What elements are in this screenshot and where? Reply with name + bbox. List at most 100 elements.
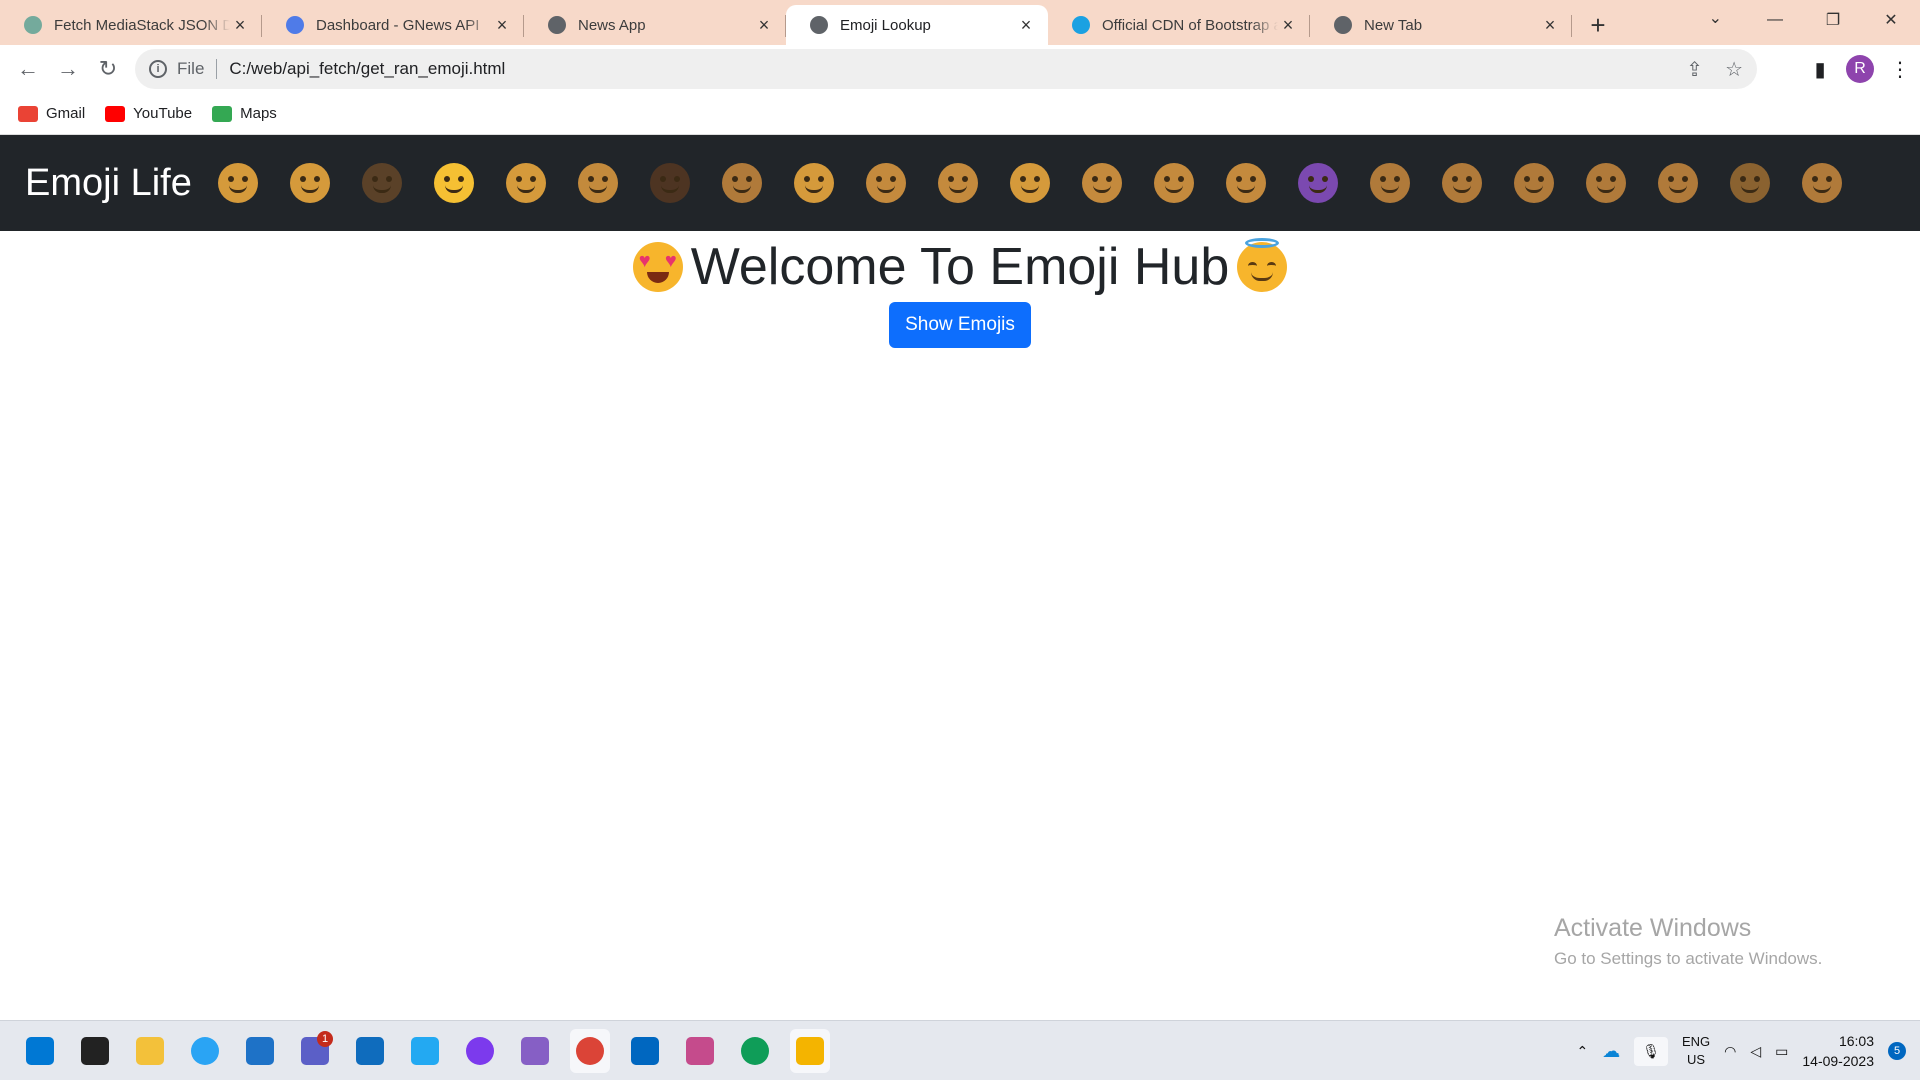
bookmarks-bar: Gmail YouTube Maps [0,93,1920,135]
outlook-icon-glyph [356,1037,384,1065]
tab-close-icon[interactable]: × [1016,15,1036,35]
vscode-icon[interactable] [405,1029,445,1073]
tab-1[interactable]: Fetch MediaStack JSON Dat × [0,5,262,45]
tab-title: Official CDN of Bootstrap a [1102,16,1278,34]
visual-studio-icon[interactable] [515,1029,555,1073]
bookmark-maps[interactable]: Maps [212,105,277,122]
menu-kebab-icon[interactable]: ⋮ [1880,57,1920,82]
navbar-brand[interactable]: Emoji Life [25,162,192,205]
bookmark-gmail[interactable]: Gmail [18,105,85,122]
tab-5[interactable]: Official CDN of Bootstrap a × [1048,5,1310,45]
start-button[interactable] [20,1029,60,1073]
mail-icon[interactable] [625,1029,665,1073]
side-panel-icon[interactable]: ▮ [1800,57,1840,82]
tab-title: News App [578,16,646,34]
file-explorer-icon[interactable] [130,1029,170,1073]
file-manager-icon[interactable] [790,1029,830,1073]
tab-search-icon[interactable]: ⌄ [1709,8,1722,28]
tab-3[interactable]: News App × [524,5,786,45]
youtube-icon [105,105,126,122]
language-indicator[interactable]: ENG US [1682,1033,1710,1069]
file-explorer-icon-glyph [136,1037,164,1065]
smiling-face-with-horns-icon [1297,163,1338,203]
tab-4[interactable]: Emoji Lookup × [786,5,1048,45]
page-viewport: Emoji Life ♥ ♥ Welcome To Emoji Hub Show… [0,135,1920,1020]
volume-icon[interactable]: ◁ [1750,1043,1761,1060]
tab-title: Emoji Lookup [840,16,931,34]
tab-close-icon[interactable]: × [1278,15,1298,35]
microsoft-store-icon[interactable] [240,1029,280,1073]
snipping-tool-icon[interactable] [680,1029,720,1073]
system-tray: ⌃ ☁ 🎙 ENG US ◠ ◁ ▭ 16:03 14-09-2023 5 [1576,1021,1906,1081]
scheme-label: File [177,59,205,78]
onedrive-icon[interactable]: ☁ [1602,1041,1620,1062]
tab-strip: Fetch MediaStack JSON Dat × Dashboard - GN… [0,0,1920,45]
reload-button[interactable]: ↻ [88,49,128,89]
tab-6[interactable]: New Tab × [1310,5,1572,45]
new-tab-button[interactable]: + [1578,5,1618,45]
bookmark-star-icon[interactable]: ☆ [1725,57,1743,82]
tab-favicon-icon [810,16,828,34]
profile-avatar[interactable]: R [1846,55,1874,83]
smiling-face-with-heart-eyes-icon [505,163,546,203]
grinning-squinting-face-icon [1153,163,1194,203]
site-info-icon[interactable]: i [149,60,167,78]
window-controls: — ❐ ✕ [1746,0,1920,40]
outlook-icon[interactable] [350,1029,390,1073]
chrome-icon[interactable] [735,1029,775,1073]
microphone-muted-icon[interactable]: 🎙 [1634,1036,1668,1066]
minimize-button[interactable]: — [1746,0,1804,40]
vscode-icon-glyph [411,1037,439,1065]
face-savoring-food-icon [289,163,330,203]
smiling-face-with-heart-eyes-icon-2 [1657,163,1698,203]
browser-toolbar: ← → ↻ i File C:/web/api_fetch/get_ran_em… [0,45,1920,93]
region-code: US [1687,1052,1706,1067]
search-button[interactable] [75,1029,115,1073]
face-with-tears-of-joy-icon [865,163,906,203]
app-badge: 1 [317,1031,333,1047]
taskbar: 1 ⌃ ☁ 🎙 ENG US ◠ ◁ ▭ 16:03 14-09-2023 5 [0,1020,1920,1080]
halo-emoji-icon [1237,238,1288,292]
battery-icon[interactable]: ▭ [1775,1043,1788,1060]
share-icon[interactable]: ⇪ [1686,57,1703,82]
show-emojis-button[interactable]: Show Emojis [889,302,1031,348]
close-window-button[interactable]: ✕ [1862,0,1920,40]
tab-close-icon[interactable]: × [1540,15,1560,35]
tab-favicon-icon [24,16,42,34]
microsoft-store-icon-glyph [246,1037,274,1065]
start-button-glyph [26,1037,54,1065]
page-title: Welcome To Emoji Hub [690,238,1230,296]
grinning-face-smiling-eyes-icon [1009,163,1050,203]
snipping-tool-icon-glyph [686,1037,714,1065]
tab-close-icon[interactable]: × [230,15,250,35]
tab-list: Fetch MediaStack JSON Dat × Dashboard - GN… [0,5,1572,45]
navbar-emoji-list [217,163,1842,203]
address-bar[interactable]: i File C:/web/api_fetch/get_ran_emoji.ht… [135,49,1757,89]
url-text[interactable]: C:/web/api_fetch/get_ran_emoji.html [229,59,505,79]
watermark-subtitle: Go to Settings to activate Windows. [1554,949,1823,968]
tab-close-icon[interactable]: × [754,15,774,35]
relieved-face-icon [361,163,402,203]
smiling-face-icon-2 [1441,163,1482,203]
file-manager-icon-glyph [796,1037,824,1065]
winking-face-icon [1369,163,1410,203]
back-button[interactable]: ← [8,49,48,89]
wifi-icon[interactable]: ◠ [1724,1043,1736,1060]
github-desktop-icon[interactable] [460,1029,500,1073]
bookmark-youtube[interactable]: YouTube [105,105,192,122]
edge-icon[interactable] [185,1029,225,1073]
clock-time: 16:03 [1838,1033,1874,1049]
toolbar-right: ▮ R ⋮ [1800,45,1920,93]
restore-button[interactable]: ❐ [1804,0,1862,40]
forward-button[interactable]: → [48,49,88,89]
show-hidden-icons-chevron-icon[interactable]: ⌃ [1576,1043,1588,1060]
tab-2[interactable]: Dashboard - GNews API × [262,5,524,45]
chrome-profile-icon[interactable] [570,1029,610,1073]
notification-badge[interactable]: 5 [1888,1042,1906,1060]
clock[interactable]: 16:03 14-09-2023 [1802,1031,1874,1071]
teams-icon[interactable]: 1 [295,1029,335,1073]
tab-close-icon[interactable]: × [492,15,512,35]
smiling-face-with-halo-icon [433,163,474,203]
face-with-rolling-eyes-icon [1801,163,1842,203]
activate-windows-watermark: Activate Windows Go to Settings to activ… [1554,914,1822,969]
